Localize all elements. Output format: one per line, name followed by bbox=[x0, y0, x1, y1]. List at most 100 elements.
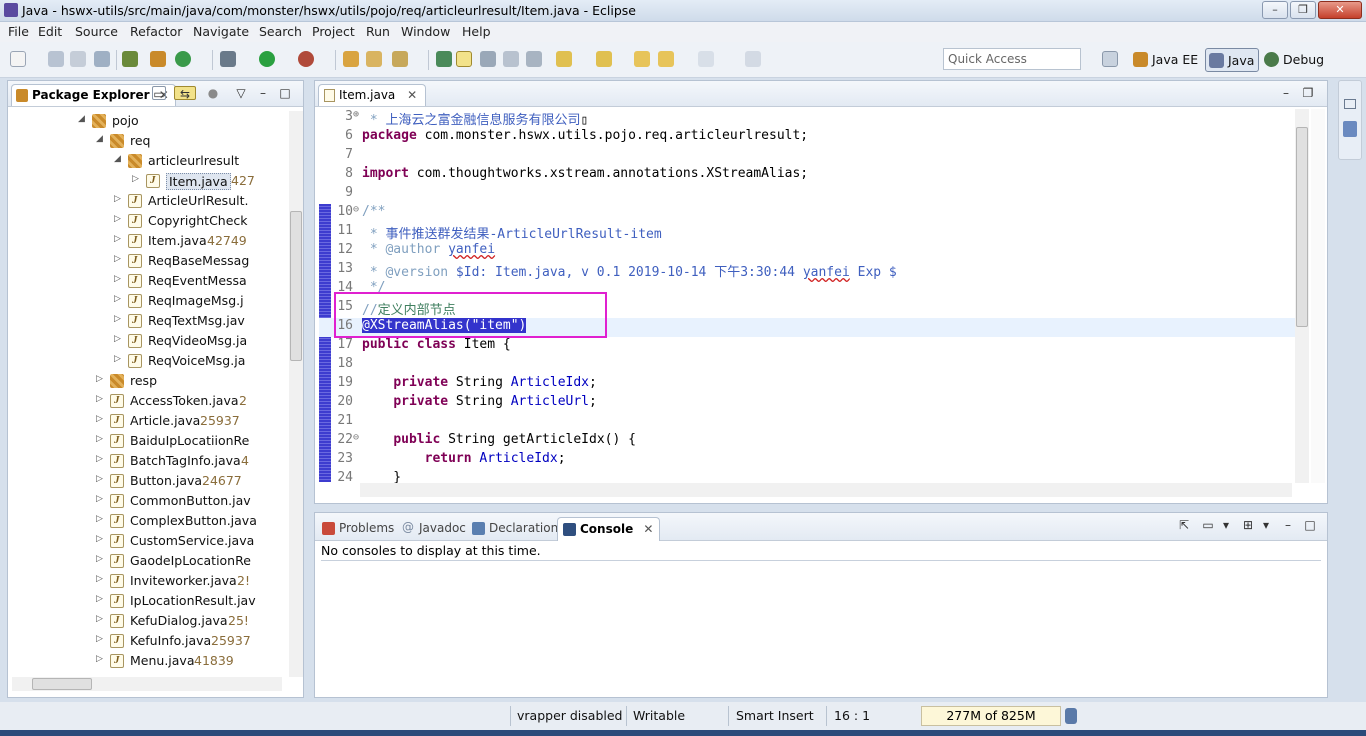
tree-item[interactable]: ◢ articleurlresult bbox=[8, 151, 286, 171]
code-line[interactable]: 3 ⊕ * 上海云之富金融信息服务有限公司▯ bbox=[319, 109, 1295, 128]
last-edit-location-icon[interactable] bbox=[634, 51, 650, 67]
expanded-arrow-icon[interactable]: ◢ bbox=[78, 114, 88, 124]
collapsed-arrow-icon[interactable]: ▷ bbox=[114, 274, 124, 284]
menu-project[interactable]: Project bbox=[312, 24, 355, 39]
collapsed-arrow-icon[interactable]: ▷ bbox=[132, 174, 142, 184]
tab-problems[interactable]: Problems bbox=[317, 517, 400, 541]
back-icon[interactable] bbox=[658, 51, 674, 67]
code-line[interactable]: 12 * @author yanfei bbox=[319, 242, 1295, 261]
tree-item[interactable]: ▷ CopyrightCheck bbox=[8, 211, 286, 231]
new-package-icon[interactable] bbox=[150, 51, 166, 67]
tree-item[interactable]: ▷ Article.java 25937 bbox=[8, 411, 286, 431]
tab-declaration[interactable]: Declaration bbox=[467, 517, 564, 541]
tab-javadoc[interactable]: @ Javadoc bbox=[397, 517, 472, 541]
collapse-all-icon[interactable]: ▭ bbox=[152, 86, 166, 101]
collapsed-arrow-icon[interactable]: ▷ bbox=[96, 414, 106, 424]
collapsed-arrow-icon[interactable]: ▷ bbox=[114, 214, 124, 224]
tree-item[interactable]: ▷ ReqBaseMessag bbox=[8, 251, 286, 271]
code-line[interactable]: 8 import com.thoughtworks.xstream.annotat… bbox=[319, 166, 1295, 185]
collapse-fold-icon[interactable]: ⊖ bbox=[353, 204, 359, 215]
code-line[interactable]: 24 } bbox=[319, 470, 1295, 483]
collapsed-arrow-icon[interactable]: ▷ bbox=[96, 614, 106, 624]
close-button[interactable]: ✕ bbox=[1318, 1, 1362, 19]
package-explorer-horizontal-scrollbar[interactable] bbox=[12, 677, 282, 691]
tree-item[interactable]: ▷ ArticleUrlResult. bbox=[8, 191, 286, 211]
perspective-java-ee[interactable]: Java EE bbox=[1130, 48, 1202, 72]
code-line[interactable]: 9 bbox=[319, 185, 1295, 204]
run-icon[interactable] bbox=[259, 51, 275, 67]
menu-window[interactable]: Window bbox=[401, 24, 450, 39]
code-line[interactable]: 21 bbox=[319, 413, 1295, 432]
collapsed-arrow-icon[interactable]: ▷ bbox=[96, 634, 106, 644]
chevron-down-icon[interactable]: ▾ bbox=[1219, 518, 1233, 532]
view-menu-icon[interactable]: ▽ bbox=[234, 86, 248, 100]
chevron-down-icon[interactable]: ▾ bbox=[1259, 518, 1273, 532]
show-whitespace-icon[interactable] bbox=[503, 51, 519, 67]
tree-item[interactable]: ▷ AccessToken.java 2 bbox=[8, 391, 286, 411]
toggle-breadcrumb-icon[interactable] bbox=[436, 51, 452, 67]
perspective-debug[interactable]: Debug bbox=[1261, 48, 1328, 72]
scroll-thumb[interactable] bbox=[290, 211, 302, 361]
close-icon[interactable]: ✕ bbox=[407, 88, 417, 102]
collapsed-arrow-icon[interactable]: ▷ bbox=[96, 654, 106, 664]
tree-item[interactable]: ▷ Menu.java 41839 bbox=[8, 651, 286, 671]
heap-status[interactable]: 277M of 825M bbox=[921, 706, 1061, 726]
code-line[interactable]: 23 return ArticleIdx; bbox=[319, 451, 1295, 470]
tree-item[interactable]: ▷ GaodeIpLocationRe bbox=[8, 551, 286, 571]
tree-item[interactable]: ◢ pojo bbox=[8, 111, 286, 131]
maximize-button[interactable]: ❐ bbox=[1290, 1, 1316, 19]
expanded-arrow-icon[interactable]: ◢ bbox=[114, 154, 124, 164]
focus-icon[interactable]: ● bbox=[206, 86, 220, 100]
close-icon[interactable]: ✕ bbox=[643, 522, 653, 536]
tree-item[interactable]: ▷ CommonButton.jav bbox=[8, 491, 286, 511]
scroll-thumb[interactable] bbox=[32, 678, 92, 690]
collapse-fold-icon[interactable]: ⊖ bbox=[353, 432, 359, 443]
perspective-java[interactable]: Java bbox=[1205, 48, 1260, 72]
build-icon[interactable] bbox=[122, 51, 138, 67]
minimize-view-icon[interactable]: – bbox=[256, 86, 270, 100]
menu-help[interactable]: Help bbox=[462, 24, 491, 39]
collapsed-arrow-icon[interactable]: ▷ bbox=[96, 474, 106, 484]
forward-icon[interactable] bbox=[698, 51, 714, 67]
trash-icon[interactable] bbox=[1065, 708, 1077, 724]
new-icon[interactable] bbox=[10, 51, 26, 67]
open-perspective-icon[interactable] bbox=[1102, 51, 1118, 67]
collapsed-arrow-icon[interactable]: ▷ bbox=[96, 374, 106, 384]
editor-tab-item-java[interactable]: Item.java ✕ bbox=[318, 84, 427, 106]
collapsed-arrow-icon[interactable]: ▷ bbox=[96, 514, 106, 524]
tree-item[interactable]: ▷ ReqVoiceMsg.ja bbox=[8, 351, 286, 371]
tree-item[interactable]: ▷ Button.java 24677 bbox=[8, 471, 286, 491]
package-explorer-vertical-scrollbar[interactable] bbox=[289, 111, 303, 677]
code-line[interactable]: 17 public class Item { bbox=[319, 337, 1295, 356]
code-line[interactable]: 22 ⊖ public String getArticleIdx() { bbox=[319, 432, 1295, 451]
open-console-icon[interactable]: ⊞ bbox=[1241, 518, 1255, 532]
open-resource-icon[interactable] bbox=[366, 51, 382, 67]
tree-item[interactable]: ▷ BaiduIpLocatiionRe bbox=[8, 431, 286, 451]
collapsed-arrow-icon[interactable]: ▷ bbox=[114, 314, 124, 324]
minimize-editor-icon[interactable]: – bbox=[1279, 86, 1293, 100]
code-line[interactable]: 19 private String ArticleIdx; bbox=[319, 375, 1295, 394]
code-line[interactable]: 13 * @version $Id: Item.java, v 0.1 2019… bbox=[319, 261, 1295, 280]
link-with-editor-icon[interactable]: ⇆ bbox=[174, 86, 196, 101]
collapsed-arrow-icon[interactable]: ▷ bbox=[96, 574, 106, 584]
collapsed-arrow-icon[interactable]: ▷ bbox=[96, 554, 106, 564]
expanded-arrow-icon[interactable]: ◢ bbox=[96, 134, 106, 144]
tree-item[interactable]: ▷ KefuInfo.java 25937 bbox=[8, 631, 286, 651]
tree-item[interactable]: ▷ CustomService.java bbox=[8, 531, 286, 551]
save-icon[interactable] bbox=[48, 51, 64, 67]
tree-item[interactable]: ▷ ReqImageMsg.j bbox=[8, 291, 286, 311]
code-line[interactable]: 11 * 事件推送群发结果-ArticleUrlResult-item bbox=[319, 223, 1295, 242]
menu-edit[interactable]: Edit bbox=[38, 24, 62, 39]
show-formatting-icon[interactable] bbox=[526, 51, 542, 67]
editor-horizontal-scrollbar[interactable] bbox=[360, 483, 1292, 497]
search-icon[interactable] bbox=[392, 51, 408, 67]
tree-item[interactable]: ▷ resp bbox=[8, 371, 286, 391]
external-tools-icon[interactable] bbox=[298, 51, 314, 67]
menu-refactor[interactable]: Refactor bbox=[130, 24, 182, 39]
menu-search[interactable]: Search bbox=[259, 24, 302, 39]
debug-icon[interactable] bbox=[220, 51, 236, 67]
collapsed-arrow-icon[interactable]: ▷ bbox=[96, 394, 106, 404]
tree-item[interactable]: ▷ Inviteworker.java 2! bbox=[8, 571, 286, 591]
outline-icon[interactable] bbox=[1343, 121, 1357, 137]
tree-item[interactable]: ▷ Item.java 42749 bbox=[8, 231, 286, 251]
